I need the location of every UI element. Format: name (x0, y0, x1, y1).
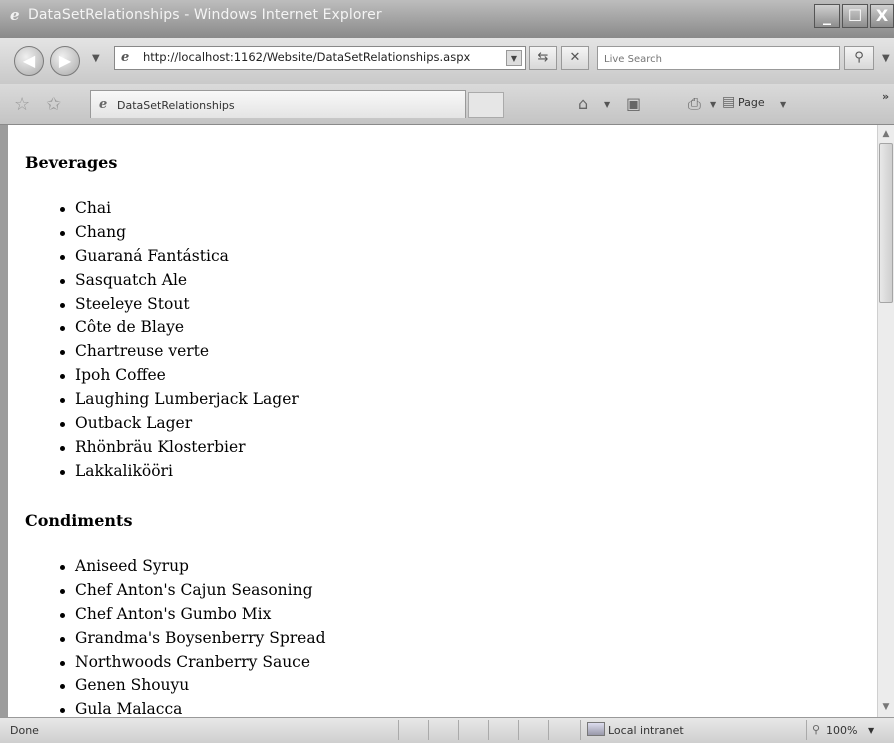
list-item: Steeleye Stout (8, 293, 299, 317)
print-icon[interactable]: ⎙ (688, 94, 701, 114)
list-item: Guaraná Fantástica (8, 245, 299, 269)
forward-arrow-icon: ▶ (58, 51, 72, 70)
history-dropdown-icon[interactable]: ▼ (92, 53, 100, 64)
status-pane-divider (428, 720, 429, 740)
tab-label: DataSetRelationships (117, 99, 235, 112)
page-icon: e (121, 50, 130, 65)
add-favorites-icon[interactable]: ✩ (46, 94, 61, 115)
print-dropdown-icon[interactable]: ▼ (710, 100, 716, 109)
vertical-scrollbar[interactable]: ▲ ▼ (877, 125, 894, 717)
page-menu-icon[interactable]: ▤ (722, 94, 735, 110)
window-frame-left (0, 125, 8, 717)
tab-datasetrelationships[interactable]: e DataSetRelationships (90, 90, 466, 118)
list-item: Genen Shouyu (8, 674, 326, 698)
address-field[interactable]: e http://localhost:1162/Website/DataSetR… (114, 46, 526, 70)
status-pane-divider (458, 720, 459, 740)
refresh-icon: ⇆ (537, 50, 549, 65)
status-pane-divider (518, 720, 519, 740)
list-item: Chef Anton's Cajun Seasoning (8, 579, 326, 603)
zoom-icon[interactable]: ⚲ (812, 723, 820, 736)
category-heading: Condiments (25, 511, 133, 530)
list-item: Outback Lager (8, 412, 299, 436)
minimize-button[interactable]: _ (814, 4, 840, 28)
status-text: Done (10, 724, 39, 737)
favorites-star-icon[interactable]: ☆ (14, 94, 30, 115)
list-item: Chartreuse verte (8, 340, 299, 364)
browser-window: e DataSetRelationships - Windows Interne… (0, 0, 894, 743)
scroll-up-icon[interactable]: ▲ (878, 126, 894, 142)
product-list-condiments: Aniseed Syrup Chef Anton's Cajun Seasoni… (8, 555, 326, 717)
list-item: Grandma's Boysenberry Spread (8, 627, 326, 651)
status-pane-divider (806, 720, 807, 740)
list-item: Chai (8, 197, 299, 221)
list-item: Rhönbräu Klosterbier (8, 436, 299, 460)
feeds-icon[interactable]: ▣ (626, 94, 641, 113)
intranet-zone-icon (587, 722, 605, 736)
close-button[interactable]: X (870, 4, 894, 28)
status-bar: Done Local intranet ⚲ 100% ▼ (0, 717, 894, 743)
new-tab-button[interactable] (468, 92, 504, 118)
back-arrow-icon: ◀ (22, 51, 36, 70)
product-list-beverages: Chai Chang Guaraná Fantástica Sasquatch … (8, 197, 299, 484)
list-item: Lakkalikööri (8, 460, 299, 484)
tab-command-bar: ☆ ✩ e DataSetRelationships ⌂ ▼ ▣ ⎙ ▼ ▤ P… (0, 84, 894, 125)
ie-logo-icon: e (10, 6, 20, 24)
status-pane-divider (580, 720, 581, 740)
stop-button[interactable]: ✕ (561, 46, 589, 70)
more-tools-chevron-icon[interactable]: » (882, 90, 889, 103)
stop-icon: ✕ (569, 50, 581, 65)
search-input[interactable] (602, 49, 836, 69)
maximize-button[interactable]: ☐ (842, 4, 868, 28)
scroll-thumb[interactable] (879, 143, 893, 303)
status-pane-divider (398, 720, 399, 740)
list-item: Aniseed Syrup (8, 555, 326, 579)
back-button[interactable]: ◀ (14, 46, 44, 76)
address-dropdown-icon[interactable]: ▼ (506, 50, 522, 66)
list-item: Laughing Lumberjack Lager (8, 388, 299, 412)
title-bar: e DataSetRelationships - Windows Interne… (0, 0, 894, 38)
status-pane-divider (548, 720, 549, 740)
list-item: Gula Malacca (8, 698, 326, 717)
page-menu-button[interactable]: Page (738, 96, 765, 109)
list-item: Chang (8, 221, 299, 245)
address-toolbar: ◀ ▶ ▼ e http://localhost:1162/Website/Da… (0, 38, 894, 84)
page-content: Beverages Chai Chang Guaraná Fantástica … (8, 125, 877, 717)
list-item: Northwoods Cranberry Sauce (8, 651, 326, 675)
list-item: Sasquatch Ale (8, 269, 299, 293)
category-heading: Beverages (25, 153, 118, 172)
window-title: DataSetRelationships - Windows Internet … (28, 7, 382, 23)
page-dropdown-icon[interactable]: ▼ (780, 100, 786, 109)
list-item: Chef Anton's Gumbo Mix (8, 603, 326, 627)
status-pane-divider (488, 720, 489, 740)
home-icon[interactable]: ⌂ (578, 94, 588, 113)
zoom-level[interactable]: 100% (826, 724, 857, 737)
zoom-dropdown-icon[interactable]: ▼ (868, 726, 874, 735)
security-zone-label[interactable]: Local intranet (608, 724, 684, 737)
search-button[interactable]: ⚲ (844, 46, 874, 70)
search-field[interactable] (597, 46, 840, 70)
search-dropdown-icon[interactable]: ▼ (882, 53, 890, 64)
tab-page-icon: e (99, 97, 108, 112)
list-item: Côte de Blaye (8, 316, 299, 340)
refresh-button[interactable]: ⇆ (529, 46, 557, 70)
list-item: Ipoh Coffee (8, 364, 299, 388)
search-icon: ⚲ (854, 50, 864, 65)
forward-button[interactable]: ▶ (50, 46, 80, 76)
scroll-down-icon[interactable]: ▼ (878, 699, 894, 715)
home-dropdown-icon[interactable]: ▼ (604, 100, 610, 109)
address-url[interactable]: http://localhost:1162/Website/DataSetRel… (143, 50, 470, 64)
